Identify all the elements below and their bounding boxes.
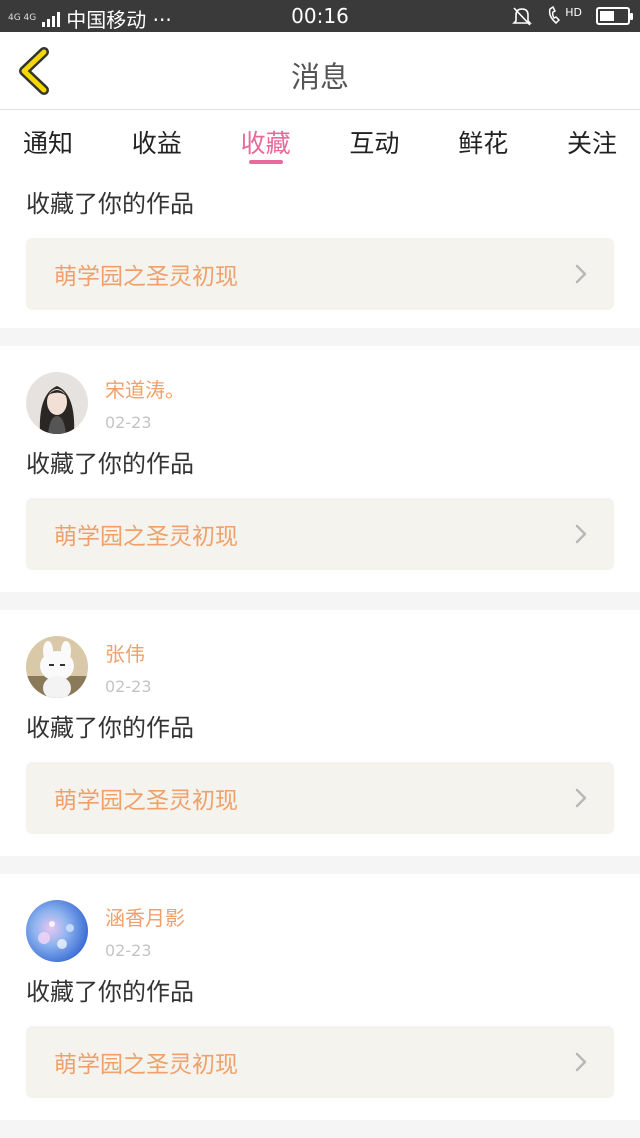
user-info: 涵香月影 02-23 [105,902,185,960]
work-link[interactable]: 萌学园之圣灵初现 [26,762,614,834]
user-info: 张伟 02-23 [105,638,152,696]
work-link[interactable]: 萌学园之圣灵初现 [26,1026,614,1098]
nav-header: 消息 [0,32,640,110]
avatar[interactable] [26,636,88,698]
chevron-right-icon [575,788,587,808]
status-bar: 4G 4G 中国移动 ··· 00:16 HD [0,0,640,32]
action-text: 收藏了你的作品 [26,190,194,218]
status-right: HD [511,5,633,27]
action-text: 收藏了你的作品 [26,714,194,742]
call-hd-icon: HD [547,6,582,26]
date-label: 02-23 [105,413,152,432]
avatar[interactable] [26,372,88,434]
message-list: 收藏了你的作品 萌学园之圣灵初现 宋道涛。 02-23 收藏了你的作品 萌学园之… [0,172,640,1138]
action-text: 收藏了你的作品 [26,978,194,1006]
work-title: 萌学园之圣灵初现 [54,1052,238,1078]
list-item: 收藏了你的作品 萌学园之圣灵初现 [0,172,640,328]
tab-notifications[interactable]: 通知 [23,110,73,172]
user-name[interactable]: 张伟 [105,638,152,667]
tab-interactions[interactable]: 互动 [349,110,399,172]
work-title: 萌学园之圣灵初现 [54,788,238,814]
action-text: 收藏了你的作品 [26,450,194,478]
work-link[interactable]: 萌学园之圣灵初现 [26,238,614,310]
bell-muted-icon [512,7,533,26]
list-item: 张伟 02-23 收藏了你的作品 萌学园之圣灵初现 [0,610,640,856]
work-title: 萌学园之圣灵初现 [54,524,238,550]
page-title: 消息 [290,60,349,94]
chevron-right-icon [575,264,587,284]
list-item: 宋道涛。 02-23 收藏了你的作品 萌学园之圣灵初现 [0,346,640,592]
chevron-right-icon [575,1052,587,1072]
user-name[interactable]: 宋道涛。 [105,374,185,403]
work-link[interactable]: 萌学园之圣灵初现 [26,498,614,570]
list-item: 涵香月影 02-23 收藏了你的作品 萌学园之圣灵初现 [0,874,640,1120]
battery-icon [596,7,633,25]
date-label: 02-23 [105,677,152,696]
chevron-right-icon [575,524,587,544]
user-name[interactable]: 涵香月影 [105,902,185,931]
battery-fill [600,11,615,21]
user-row: 张伟 02-23 [26,636,614,698]
user-row: 宋道涛。 02-23 [26,372,614,434]
avatar[interactable] [26,900,88,962]
tab-earnings[interactable]: 收益 [132,110,182,172]
tab-follows[interactable]: 关注 [567,110,617,172]
tab-bar: 通知 收益 收藏 互动 鲜花 关注 [0,110,640,172]
user-row: 涵香月影 02-23 [26,900,614,962]
hd-label: HD [565,6,582,19]
user-info: 宋道涛。 02-23 [105,374,185,432]
date-label: 02-23 [105,941,152,960]
tab-favorites[interactable]: 收藏 [241,110,291,172]
tab-flowers[interactable]: 鲜花 [458,110,508,172]
work-title: 萌学园之圣灵初现 [54,264,238,290]
